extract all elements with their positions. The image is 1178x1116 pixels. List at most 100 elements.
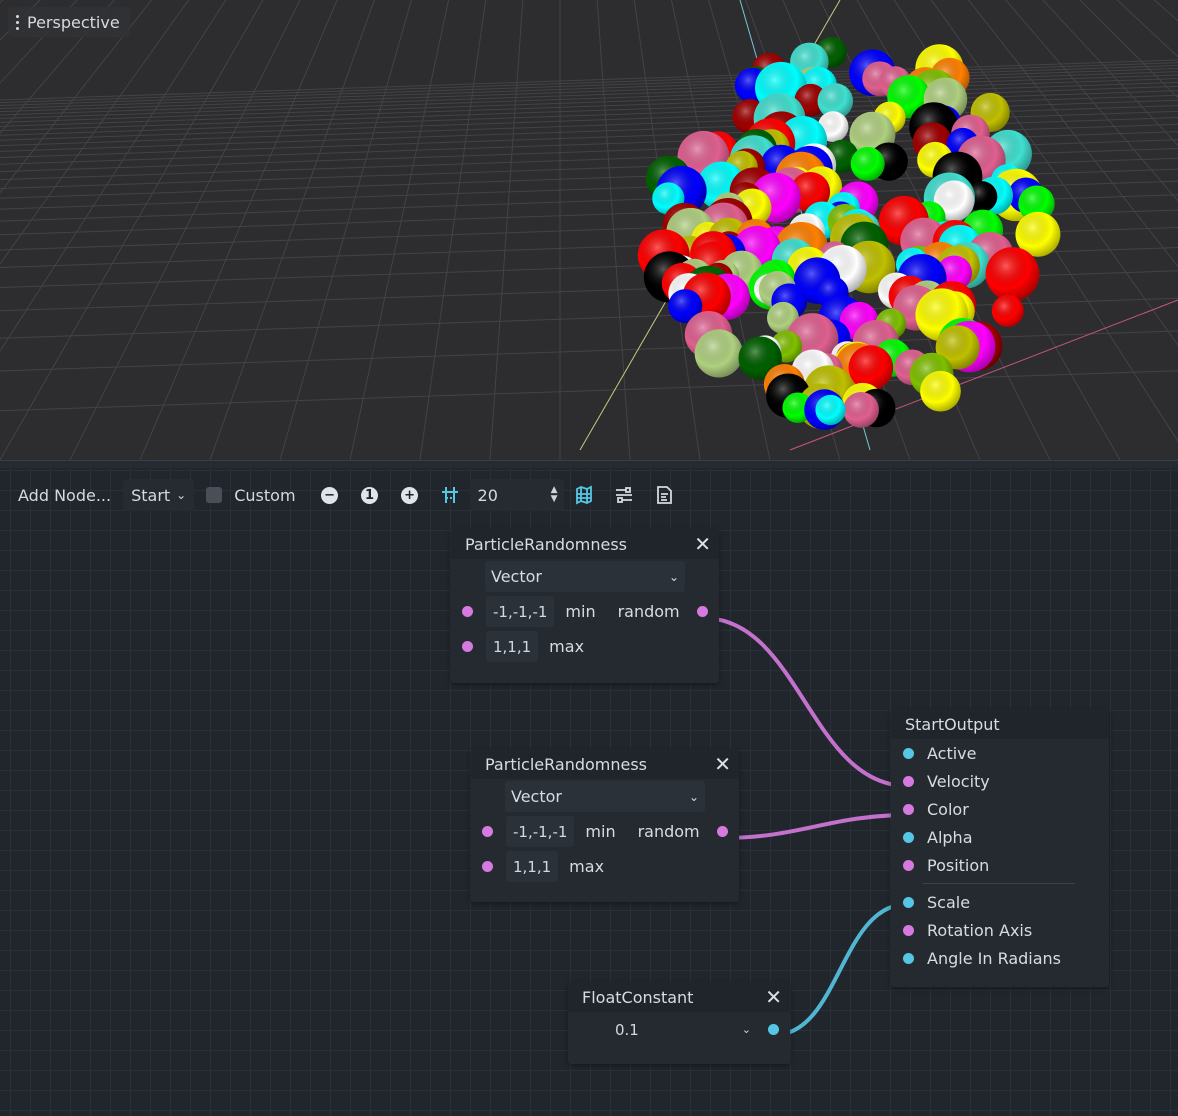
scale-input-port[interactable] [903,897,914,908]
port-row-color: Color [891,795,1109,823]
node-title: ParticleRandomness [465,534,628,554]
wire-color [722,813,909,840]
3d-viewport[interactable]: Perspective [0,0,1178,460]
snap-distance-value: 20 [477,485,498,505]
stage-select[interactable]: Start ⌄ [123,479,195,511]
float-value-spinbox[interactable]: 0.1 ⌄ [608,1014,758,1045]
minimap-icon [575,485,592,505]
port-row-active: Active [891,739,1109,767]
port-label: Angle In Radians [927,948,1062,968]
port-label: Color [927,799,969,819]
snap-toggle-button[interactable] [430,479,470,511]
panel-splitter[interactable] [0,460,1178,468]
angle-input-port[interactable] [903,953,914,964]
float-constant-node[interactable]: FloatConstant ✕ 0.1 ⌄ [568,982,790,1064]
max-input-port[interactable] [462,641,473,652]
node-title-bar[interactable]: FloatConstant ✕ [568,982,790,1012]
max-value-field[interactable]: 1,1,1 [506,851,559,882]
color-input-port[interactable] [903,804,914,815]
viewport-menu-button[interactable]: Perspective [8,7,130,37]
particle-sphere [694,329,743,378]
type-select[interactable]: Vector ⌄ [505,781,705,812]
spin-arrows-icon[interactable]: ▲ ▼ [551,486,558,504]
node-title-bar[interactable]: StartOutput [891,709,1109,739]
velocity-input-port[interactable] [903,776,914,787]
port-separator [923,883,1075,884]
spin-arrows-icon[interactable]: ⌄ [742,1023,751,1036]
port-row-rotation-axis: Rotation Axis [891,916,1109,944]
node-title-bar[interactable]: ParticleRandomness ✕ [471,749,739,779]
port-row-position: Position [891,851,1109,879]
custom-checkbox[interactable] [206,487,223,503]
random-output-port[interactable] [717,826,728,837]
min-value-field[interactable]: -1,-1,-1 [486,596,555,627]
node-title: ParticleRandomness [485,754,648,774]
port-row-angle: Angle In Radians [891,944,1109,972]
zoom-out-button[interactable]: − [310,479,350,511]
active-input-port[interactable] [903,748,914,759]
show-generated-code-button[interactable] [644,479,684,511]
particle-sphere [920,370,961,412]
custom-toggle[interactable]: Custom [198,479,303,511]
random-output-label: random [617,602,680,621]
add-node-button[interactable]: Add Node... [10,479,119,511]
particle-sphere [985,247,1040,301]
start-output-node[interactable]: StartOutput Active Velocity Color Alpha … [891,709,1109,987]
particle-randomness-node-1[interactable]: ParticleRandomness ✕ Vector ⌄ -1,-1,-1 m… [451,529,719,683]
minus-circle-icon: − [321,486,339,504]
min-input-port[interactable] [482,826,493,837]
particle-sphere [815,394,846,426]
particle-sphere [843,391,879,428]
min-value-field[interactable]: -1,-1,-1 [506,816,575,847]
arrange-icon [615,487,632,503]
custom-label: Custom [234,485,296,505]
visual-shader-graph[interactable]: Add Node... Start ⌄ Custom − 1 + 20 ▲▼ [0,468,1178,1116]
node-title: StartOutput [905,714,1000,734]
kebab-menu-icon [16,14,19,30]
plus-circle-icon: + [401,486,419,504]
random-output-port[interactable] [697,606,708,617]
snap-grid-icon [441,487,458,503]
max-label: max [569,857,605,876]
min-label: min [585,822,616,841]
chevron-down-icon: ⌄ [688,789,699,804]
port-label: Velocity [927,771,990,791]
type-select-value: Vector [511,787,562,806]
port-label: Active [927,743,977,763]
port-label: Scale [927,892,971,912]
particle-randomness-node-2[interactable]: ParticleRandomness ✕ Vector ⌄ -1,-1,-1 m… [471,749,739,902]
viewport-scene [0,0,1178,460]
close-icon[interactable]: ✕ [694,532,711,556]
node-title-bar[interactable]: ParticleRandomness ✕ [451,529,719,559]
zoom-in-button[interactable]: + [390,479,430,511]
particle-sphere [850,146,885,181]
particle-sphere [991,294,1024,327]
port-row-velocity: Velocity [891,767,1109,795]
rotation-axis-input-port[interactable] [903,925,914,936]
type-select[interactable]: Vector ⌄ [485,561,685,592]
zoom-reset-icon: 1 [361,486,379,504]
max-input-port[interactable] [482,861,493,872]
max-value-field[interactable]: 1,1,1 [486,631,539,662]
close-icon[interactable]: ✕ [714,752,731,776]
port-label: Rotation Axis [927,920,1033,940]
float-value: 0.1 [615,1020,639,1039]
minimap-toggle-button[interactable] [564,479,604,511]
stage-select-value: Start [131,485,171,505]
close-icon[interactable]: ✕ [765,985,782,1009]
min-label: min [565,602,596,621]
zoom-reset-button[interactable]: 1 [350,479,390,511]
position-input-port[interactable] [903,860,914,871]
random-output-label: random [637,822,700,841]
float-output-port[interactable] [768,1024,779,1035]
snap-distance-spinbox[interactable]: 20 ▲ ▼ [469,479,564,511]
arrange-nodes-button[interactable] [604,479,644,511]
wire-scale [773,902,909,1037]
port-label: Alpha [927,827,973,847]
alpha-input-port[interactable] [903,832,914,843]
particle-sphere [848,345,894,390]
viewport-view-label: Perspective [27,12,120,32]
graph-toolbar: Add Node... Start ⌄ Custom − 1 + 20 ▲ ▼ [10,478,684,512]
port-row-alpha: Alpha [891,823,1109,851]
min-input-port[interactable] [462,606,473,617]
